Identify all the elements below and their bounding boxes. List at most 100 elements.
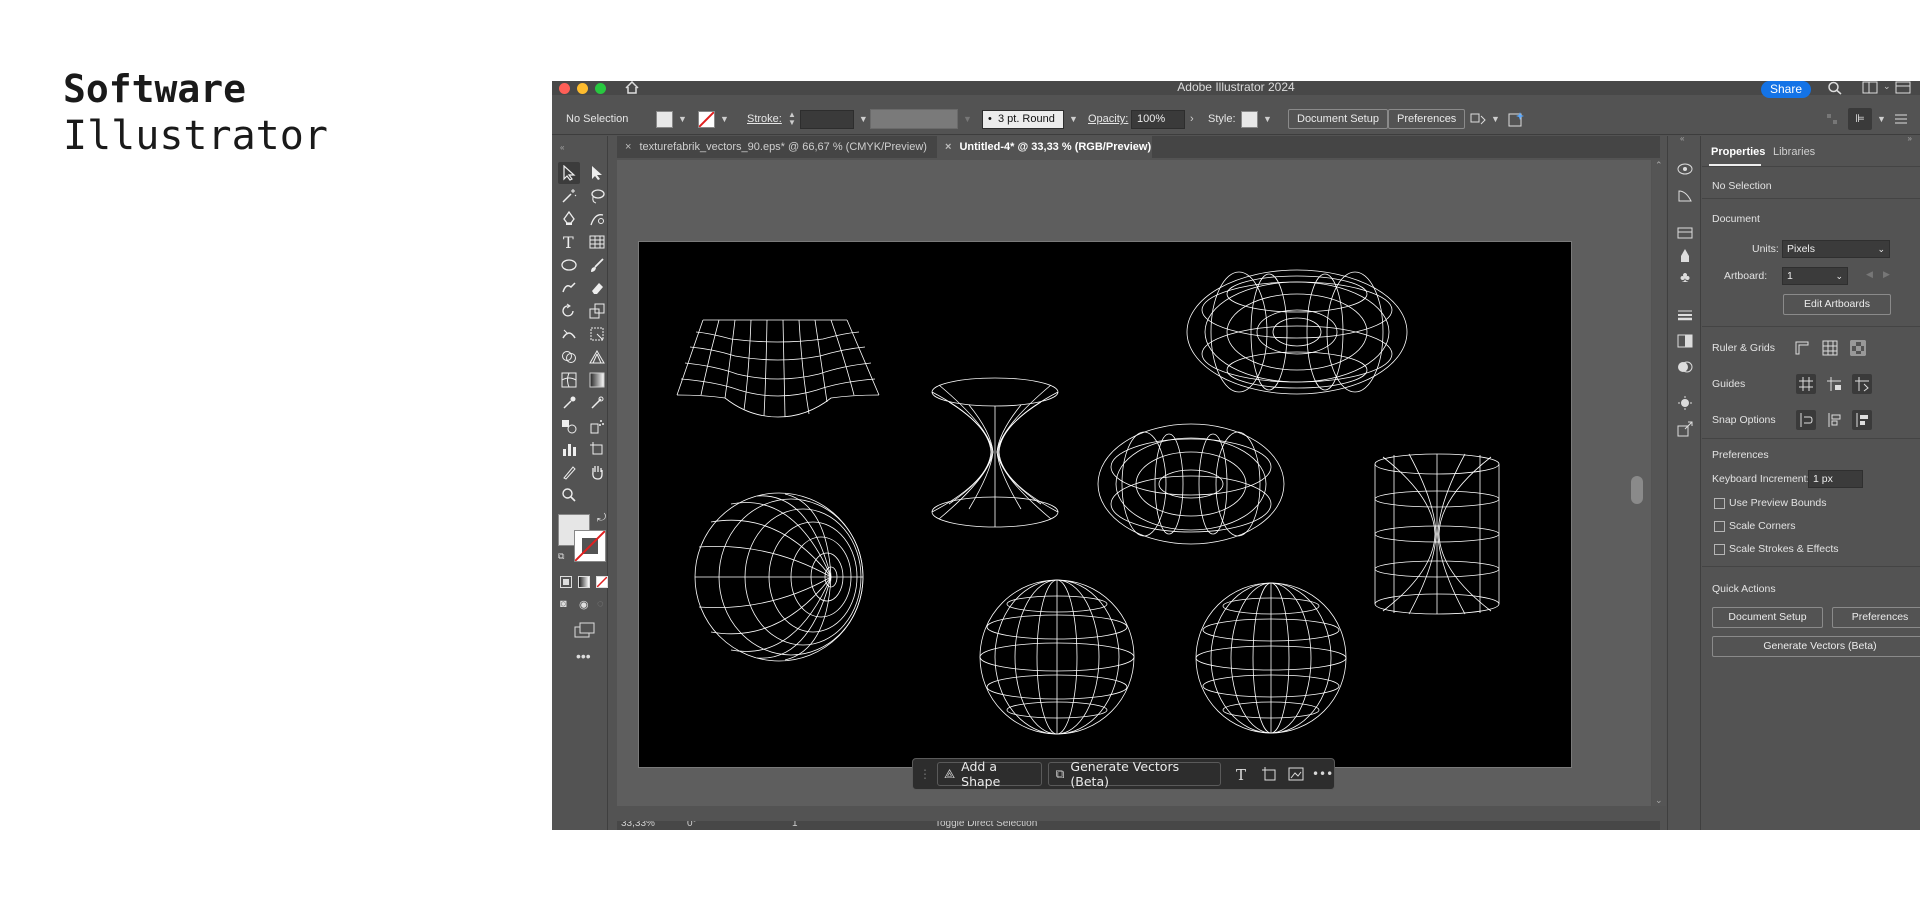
symbols-panel-icon[interactable]: ♣ [1676, 268, 1694, 286]
lock-guides-icon[interactable] [1824, 374, 1844, 394]
selection-tool-icon[interactable] [558, 162, 580, 184]
shaper-tool-icon[interactable] [558, 277, 580, 299]
snap-icon[interactable]: ⊫ ▼ [1848, 103, 1886, 135]
grid-icon[interactable] [1820, 338, 1840, 358]
opacity-value[interactable]: 100% [1131, 109, 1185, 129]
hand-tool-icon[interactable] [586, 461, 608, 483]
lasso-icon[interactable] [586, 185, 608, 207]
mesh-tool-icon[interactable] [558, 369, 580, 391]
opacity-label[interactable]: Opacity: [1088, 103, 1128, 135]
use-preview-bounds-checkbox[interactable] [1714, 498, 1725, 509]
libraries-panel-icon[interactable] [1676, 224, 1694, 242]
pen-tool-icon[interactable] [558, 208, 580, 230]
snap-to-grid-icon[interactable] [1824, 410, 1844, 430]
type-tool-icon[interactable]: T [558, 231, 580, 253]
preferences-button[interactable]: Preferences [1832, 607, 1920, 628]
rulers-icon[interactable] [1792, 338, 1812, 358]
generate-vectors-taskbar-button[interactable]: ⧉ Generate Vectors (Beta) [1048, 759, 1221, 789]
transparency-panel-icon[interactable] [1676, 358, 1694, 376]
align-icon[interactable] [1825, 103, 1839, 135]
snap-to-pixel-icon[interactable] [1852, 410, 1872, 430]
rotate-tool-icon[interactable] [558, 300, 580, 322]
share-button[interactable]: Share [1761, 81, 1811, 98]
ellipse-tool-icon[interactable] [558, 254, 580, 276]
tab-untitled-4[interactable]: × Untitled-4* @ 33,33 % (RGB/Preview) [937, 136, 1152, 158]
close-tab-icon[interactable]: × [945, 141, 951, 153]
arrange-documents-icon[interactable] [1895, 81, 1911, 94]
search-icon[interactable] [1827, 81, 1843, 95]
opacity-field[interactable]: 100% › [1131, 103, 1194, 135]
snap-to-point-icon[interactable] [1796, 410, 1816, 430]
slice-tool-icon[interactable] [558, 461, 580, 483]
document-setup-button[interactable]: Document Setup [1712, 607, 1823, 628]
column-graph-icon[interactable] [558, 438, 580, 460]
asset-export-icon[interactable] [1676, 420, 1694, 438]
perspective-grid-icon[interactable] [586, 346, 608, 368]
magic-wand-icon[interactable] [558, 185, 580, 207]
curvature-tool-icon[interactable] [586, 208, 608, 230]
previous-artboard-icon[interactable]: ◀ [1866, 269, 1873, 280]
generate-vectors-icon[interactable] [1508, 103, 1524, 135]
artboard-dropdown[interactable]: 1 ⌄ [1782, 267, 1848, 285]
zoom-level[interactable]: 33,33% [621, 821, 655, 829]
default-colors-icon[interactable]: ⧉ [558, 551, 564, 562]
more-options-icon[interactable]: ••• [1311, 762, 1334, 786]
transparency-grid-icon[interactable] [1848, 338, 1868, 358]
vertical-scrollbar[interactable]: ⌃ ⌄ [1652, 160, 1666, 806]
blend-tool-icon[interactable] [558, 415, 580, 437]
scale-strokes-checkbox[interactable] [1714, 544, 1725, 555]
stroke-weight-stepper[interactable]: ▲ ▼ ▼ [788, 103, 868, 135]
stroke-color-swatch[interactable] [574, 530, 606, 562]
tab-texturefabrik[interactable]: × texturefabrik_vectors_90.eps* @ 66,67 %… [617, 136, 937, 158]
screen-mode-icon[interactable] [574, 622, 596, 638]
stroke-label[interactable]: Stroke: [747, 103, 782, 135]
paintbrush-icon[interactable] [586, 254, 608, 276]
swap-colors-icon[interactable]: ⤾ [597, 512, 606, 525]
properties-panel-icon[interactable] [1676, 160, 1694, 178]
measure-tool-icon[interactable] [586, 392, 608, 414]
add-shape-button[interactable]: ⟁ Add a Shape [937, 759, 1043, 789]
units-dropdown[interactable]: Pixels ⌄ [1782, 240, 1890, 258]
panel-menu-icon[interactable] [1894, 103, 1908, 135]
document-setup-button[interactable]: Document Setup [1288, 109, 1388, 129]
vertical-scroll-thumb[interactable] [1631, 476, 1643, 504]
stroke-swatch[interactable]: ▼ [698, 103, 729, 135]
type-icon[interactable]: T [1231, 762, 1254, 786]
draw-inside-icon[interactable]: ◌ [597, 598, 604, 610]
gradient-tool-icon[interactable] [586, 369, 608, 391]
scale-tool-icon[interactable] [586, 300, 608, 322]
smart-guides-icon[interactable] [1852, 374, 1872, 394]
edit-artboards-button[interactable]: Edit Artboards [1783, 294, 1891, 315]
rotation-value[interactable]: 0° [687, 821, 697, 829]
drag-handle-icon[interactable]: ⋮ [919, 767, 931, 781]
layers-panel-icon[interactable] [1676, 186, 1694, 204]
scale-corners-checkbox[interactable] [1714, 521, 1725, 532]
free-transform-icon[interactable] [586, 323, 608, 345]
edit-toolbar-icon[interactable]: ••• [576, 648, 591, 664]
workspace-switcher-icon[interactable] [1862, 81, 1878, 94]
color-mode-icon[interactable] [560, 576, 572, 588]
place-image-icon[interactable] [1284, 762, 1307, 786]
show-guides-icon[interactable] [1796, 374, 1816, 394]
none-mode-icon[interactable] [596, 576, 608, 588]
generate-vectors-button[interactable]: Generate Vectors (Beta) [1712, 636, 1920, 657]
artboard-tool-icon[interactable] [586, 438, 608, 460]
direct-selection-tool-icon[interactable] [586, 162, 608, 184]
panel-collapse-icon[interactable]: » [1908, 134, 1912, 143]
brushes-panel-icon[interactable] [1676, 246, 1694, 264]
panel-collapse-icon[interactable]: « [560, 144, 600, 150]
artboard[interactable] [638, 241, 1572, 768]
variable-width-profile[interactable]: ▼ [870, 103, 972, 135]
next-artboard-icon[interactable]: ▶ [1883, 269, 1890, 280]
draw-behind-icon[interactable]: ◉ [579, 598, 589, 611]
grid-tool-icon[interactable] [586, 231, 608, 253]
graphic-style-swatch[interactable]: ▼ [1241, 103, 1272, 135]
tab-libraries[interactable]: Libraries [1773, 146, 1815, 158]
appearance-panel-icon[interactable] [1676, 394, 1694, 412]
artboard-icon[interactable] [1257, 762, 1280, 786]
warp-tool-icon[interactable] [558, 323, 580, 345]
arrange-icon[interactable]: ▼ [1470, 103, 1500, 135]
zoom-tool-icon[interactable] [558, 484, 580, 506]
stroke-panel-icon[interactable] [1676, 306, 1694, 324]
eraser-icon[interactable] [586, 277, 608, 299]
